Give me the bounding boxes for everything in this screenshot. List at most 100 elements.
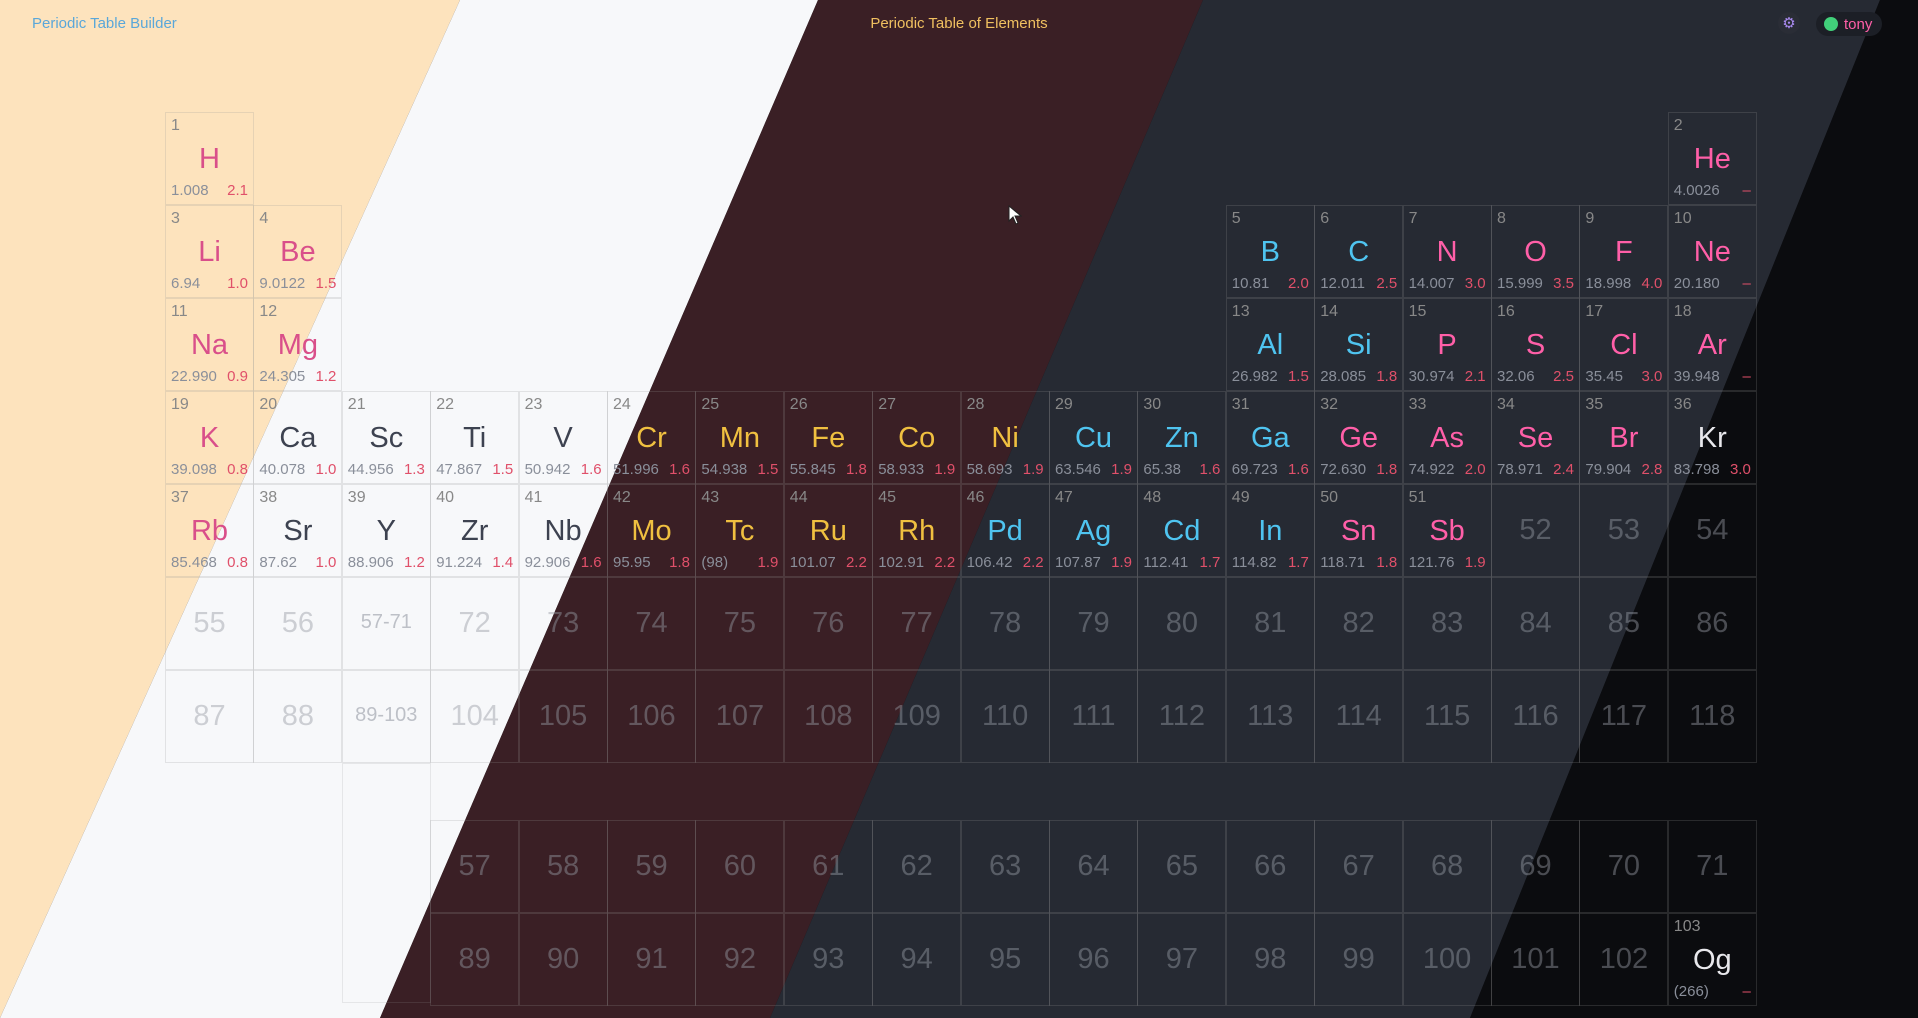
empty-slot-66[interactable]: 66 (1225, 820, 1315, 913)
empty-slot-80[interactable]: 80 (1137, 577, 1227, 670)
element-cell-rb[interactable]: 37 Rb 85.468 0.8 (165, 484, 254, 577)
empty-slot-60[interactable]: 60 (695, 820, 785, 913)
element-cell-rh[interactable]: 45 Rh 102.91 2.2 (872, 484, 962, 577)
element-cell-nb[interactable]: 41 Nb 92.906 1.6 (518, 484, 608, 577)
empty-slot-100[interactable]: 100 (1402, 913, 1492, 1006)
element-cell-na[interactable]: 11 Na 22.990 0.9 (165, 298, 254, 391)
empty-slot-65[interactable]: 65 (1137, 820, 1227, 913)
element-cell-li[interactable]: 3 Li 6.94 1.0 (165, 205, 254, 298)
element-cell-co[interactable]: 27 Co 58.933 1.9 (872, 391, 962, 484)
empty-slot-85[interactable]: 85 (1579, 577, 1669, 670)
element-cell-ge[interactable]: 32 Ge 72.630 1.8 (1314, 391, 1404, 484)
empty-slot-101[interactable]: 101 (1491, 913, 1580, 1006)
element-cell-y[interactable]: 39 Y 88.906 1.2 (341, 484, 431, 577)
series-range-89-103[interactable]: 89-103 (341, 670, 431, 763)
empty-slot-58[interactable]: 58 (518, 820, 608, 913)
empty-slot-98[interactable]: 98 (1225, 913, 1315, 1006)
element-cell-ne[interactable]: 10 Ne 20.180 – (1667, 205, 1757, 298)
element-cell-tc[interactable]: 43 Tc (98) 1.9 (695, 484, 785, 577)
element-cell-be[interactable]: 4 Be 9.0122 1.5 (253, 205, 343, 298)
empty-slot-68[interactable]: 68 (1402, 820, 1492, 913)
empty-slot-62[interactable]: 62 (872, 820, 962, 913)
empty-slot-63[interactable]: 63 (960, 820, 1050, 913)
element-cell-kr[interactable]: 36 Kr 83.798 3.0 (1667, 391, 1757, 484)
empty-slot-84[interactable]: 84 (1491, 577, 1580, 670)
empty-slot-94[interactable]: 94 (872, 913, 962, 1006)
empty-slot-61[interactable]: 61 (783, 820, 873, 913)
empty-slot-93[interactable]: 93 (783, 913, 873, 1006)
empty-slot-78[interactable]: 78 (960, 577, 1050, 670)
element-cell-k[interactable]: 19 K 39.098 0.8 (165, 391, 254, 484)
empty-slot-88[interactable]: 88 (253, 670, 343, 763)
empty-slot-83[interactable]: 83 (1402, 577, 1492, 670)
element-cell-he[interactable]: 2 He 4.0026 – (1667, 112, 1757, 205)
empty-slot-64[interactable]: 64 (1049, 820, 1138, 913)
empty-slot-73[interactable]: 73 (518, 577, 608, 670)
empty-slot-115[interactable]: 115 (1402, 670, 1492, 763)
empty-slot-87[interactable]: 87 (165, 670, 254, 763)
empty-slot-70[interactable]: 70 (1579, 820, 1669, 913)
empty-slot-67[interactable]: 67 (1314, 820, 1404, 913)
empty-slot-90[interactable]: 90 (518, 913, 608, 1006)
element-cell-sc[interactable]: 21 Sc 44.956 1.3 (341, 391, 431, 484)
empty-slot-53[interactable]: 53 (1579, 484, 1669, 577)
element-cell-ru[interactable]: 44 Ru 101.07 2.2 (783, 484, 873, 577)
empty-slot-52[interactable]: 52 (1491, 484, 1580, 577)
element-cell-s[interactable]: 16 S 32.06 2.5 (1491, 298, 1580, 391)
empty-slot-72[interactable]: 72 (430, 577, 520, 670)
element-cell-cu[interactable]: 29 Cu 63.546 1.9 (1049, 391, 1138, 484)
element-cell-al[interactable]: 13 Al 26.982 1.5 (1225, 298, 1315, 391)
empty-slot-69[interactable]: 69 (1491, 820, 1580, 913)
element-cell-se[interactable]: 34 Se 78.971 2.4 (1491, 391, 1580, 484)
empty-slot-102[interactable]: 102 (1579, 913, 1669, 1006)
element-cell-b[interactable]: 5 B 10.81 2.0 (1225, 205, 1315, 298)
element-cell-og[interactable]: 103 Og (266) – (1667, 913, 1757, 1006)
element-cell-sb[interactable]: 51 Sb 121.76 1.9 (1402, 484, 1492, 577)
element-cell-v[interactable]: 23 V 50.942 1.6 (518, 391, 608, 484)
empty-slot-118[interactable]: 118 (1667, 670, 1757, 763)
empty-slot-82[interactable]: 82 (1314, 577, 1404, 670)
empty-slot-108[interactable]: 108 (783, 670, 873, 763)
empty-slot-113[interactable]: 113 (1225, 670, 1315, 763)
element-cell-n[interactable]: 7 N 14.007 3.0 (1402, 205, 1492, 298)
element-cell-ga[interactable]: 31 Ga 69.723 1.6 (1225, 391, 1315, 484)
element-cell-cd[interactable]: 48 Cd 112.41 1.7 (1137, 484, 1227, 577)
empty-slot-76[interactable]: 76 (783, 577, 873, 670)
empty-slot-111[interactable]: 111 (1049, 670, 1138, 763)
empty-slot-75[interactable]: 75 (695, 577, 785, 670)
element-cell-p[interactable]: 15 P 30.974 2.1 (1402, 298, 1492, 391)
empty-slot-97[interactable]: 97 (1137, 913, 1227, 1006)
element-cell-sr[interactable]: 38 Sr 87.62 1.0 (253, 484, 343, 577)
empty-slot-95[interactable]: 95 (960, 913, 1050, 1006)
empty-slot-54[interactable]: 54 (1667, 484, 1757, 577)
element-cell-br[interactable]: 35 Br 79.904 2.8 (1579, 391, 1669, 484)
element-cell-sn[interactable]: 50 Sn 118.71 1.8 (1314, 484, 1404, 577)
empty-slot-114[interactable]: 114 (1314, 670, 1404, 763)
element-cell-o[interactable]: 8 O 15.999 3.5 (1491, 205, 1580, 298)
empty-slot-116[interactable]: 116 (1491, 670, 1580, 763)
empty-slot-106[interactable]: 106 (607, 670, 696, 763)
element-cell-ar[interactable]: 18 Ar 39.948 – (1667, 298, 1757, 391)
empty-slot-92[interactable]: 92 (695, 913, 785, 1006)
empty-slot-107[interactable]: 107 (695, 670, 785, 763)
empty-slot-55[interactable]: 55 (165, 577, 254, 670)
element-cell-h[interactable]: 1 H 1.008 2.1 (165, 112, 254, 205)
empty-slot-110[interactable]: 110 (960, 670, 1050, 763)
empty-slot-99[interactable]: 99 (1314, 913, 1404, 1006)
element-cell-si[interactable]: 14 Si 28.085 1.8 (1314, 298, 1404, 391)
element-cell-mo[interactable]: 42 Mo 95.95 1.8 (607, 484, 696, 577)
element-cell-ag[interactable]: 47 Ag 107.87 1.9 (1049, 484, 1138, 577)
empty-slot-105[interactable]: 105 (518, 670, 608, 763)
user-menu[interactable]: tony (1816, 12, 1883, 36)
empty-slot-81[interactable]: 81 (1225, 577, 1315, 670)
element-cell-zr[interactable]: 40 Zr 91.224 1.4 (430, 484, 520, 577)
empty-slot-117[interactable]: 117 (1579, 670, 1669, 763)
empty-slot-86[interactable]: 86 (1667, 577, 1757, 670)
empty-slot-89[interactable]: 89 (430, 913, 520, 1006)
element-cell-ni[interactable]: 28 Ni 58.693 1.9 (960, 391, 1050, 484)
empty-slot-71[interactable]: 71 (1667, 820, 1757, 913)
element-cell-pd[interactable]: 46 Pd 106.42 2.2 (960, 484, 1050, 577)
empty-slot-91[interactable]: 91 (607, 913, 696, 1006)
empty-slot-79[interactable]: 79 (1049, 577, 1138, 670)
empty-slot-77[interactable]: 77 (872, 577, 962, 670)
